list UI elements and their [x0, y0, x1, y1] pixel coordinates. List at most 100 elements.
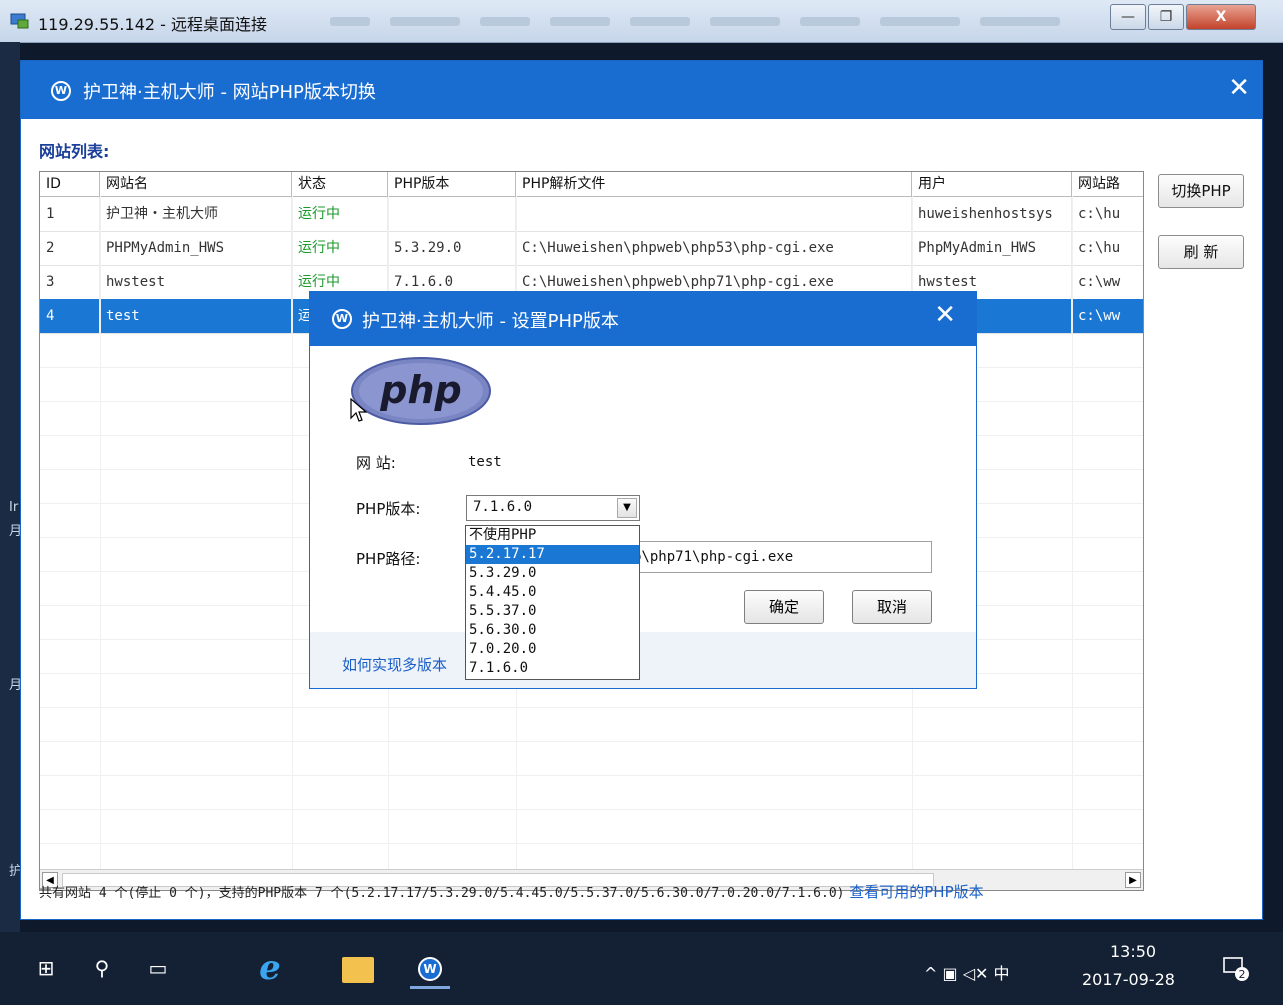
table-header: ID 网站名 状态 PHP版本 PHP解析文件 用户 网站路 — [40, 172, 1143, 197]
blurred-tab — [710, 17, 780, 26]
dropdown-option[interactable]: 不使用PHP — [466, 526, 639, 545]
restore-button[interactable]: ❐ — [1148, 4, 1184, 30]
dropdown-option[interactable]: 5.4.45.0 — [466, 583, 639, 602]
search-icon[interactable]: ⚲ — [82, 950, 122, 986]
cell-path: c:\hu — [1072, 231, 1143, 265]
cell-status: 运行中 — [292, 197, 388, 231]
internet-explorer-icon[interactable]: e — [250, 950, 290, 986]
hws-logo-icon: W — [418, 957, 442, 981]
taskbar: ⊞ ⚲ ▭ e W ^ ▣ ◁✕ 中 13:50 2017-09-28 2 — [0, 932, 1283, 1005]
empty-row — [40, 775, 1143, 810]
desktop-background: Ir 月 月 护 — [0, 42, 22, 932]
cell-name: test — [100, 299, 292, 333]
dropdown-option[interactable]: 7.0.20.0 — [466, 640, 639, 659]
set-php-version-dialog: W 护卫神·主机大师 - 设置PHP版本 ✕ php 网 站: test PHP… — [309, 291, 977, 689]
cell-id: 4 — [40, 299, 100, 333]
column-header-user[interactable]: 用户 — [912, 172, 1072, 196]
empty-row — [40, 707, 1143, 742]
blurred-tab — [550, 17, 610, 26]
php-logo-icon: php — [351, 357, 491, 425]
windows-start-icon[interactable]: ⊞ — [26, 950, 66, 986]
table-row[interactable]: 2 PHPMyAdmin_HWS 运行中 5.3.29.0 C:\Huweish… — [40, 231, 1143, 266]
column-header-name[interactable]: 网站名 — [100, 172, 292, 196]
dropdown-option[interactable]: 5.5.37.0 — [466, 602, 639, 621]
view-php-versions-link[interactable]: 查看可用的PHP版本 — [849, 883, 983, 901]
cell-id: 1 — [40, 197, 100, 231]
blurred-tab — [980, 17, 1060, 26]
empty-row — [40, 809, 1143, 844]
dialog-title: 护卫神·主机大师 - 设置PHP版本 — [362, 311, 619, 332]
blurred-tab — [480, 17, 530, 26]
cell-php-version — [388, 197, 516, 231]
task-view-icon[interactable]: ▭ — [138, 950, 178, 986]
version-label: PHP版本: — [356, 500, 421, 518]
hws-taskbar-icon[interactable]: W — [410, 950, 450, 989]
site-value: test — [468, 454, 502, 470]
hws-logo-icon: W — [51, 81, 71, 101]
column-divider — [292, 196, 293, 890]
cell-user: PhpMyAdmin_HWS — [912, 231, 1072, 265]
clock-date[interactable]: 2017-09-28 — [1082, 970, 1175, 989]
table-row[interactable]: 1 护卫神・主机大师 运行中 huweishenhostsys c:\hu — [40, 197, 1143, 232]
blurred-tab — [630, 17, 690, 26]
cell-id: 3 — [40, 265, 100, 299]
cell-php-file: C:\Huweishen\phpweb\php53\php-cgi.exe — [516, 231, 912, 265]
column-header-php-file[interactable]: PHP解析文件 — [516, 172, 912, 196]
dialog-close-button[interactable]: ✕ — [934, 300, 956, 330]
php-version-select[interactable]: 7.1.6.0 ▼ — [466, 495, 640, 521]
site-list-label: 网站列表: — [39, 142, 110, 161]
rdp-close-button[interactable]: X — [1186, 4, 1256, 30]
notification-badge: 2 — [1239, 968, 1246, 981]
cancel-button[interactable]: 取消 — [852, 590, 932, 624]
file-explorer-icon[interactable] — [342, 957, 374, 983]
column-header-status[interactable]: 状态 — [292, 172, 388, 196]
main-window-title: 护卫神·主机大师 - 网站PHP版本切换 — [83, 82, 376, 103]
blurred-tab — [800, 17, 860, 26]
ok-button[interactable]: 确定 — [744, 590, 824, 624]
hws-logo-icon: W — [332, 309, 352, 329]
rdp-title-bar: 119.29.55.142 - 远程桌面连接 — ❐ X — [0, 0, 1283, 43]
dropdown-option[interactable]: 7.1.6.0 — [466, 659, 639, 678]
main-title-bar: W 护卫神·主机大师 - 网站PHP版本切换 ✕ — [21, 61, 1262, 119]
switch-php-button[interactable]: 切换PHP — [1158, 174, 1244, 208]
cell-name: 护卫神・主机大师 — [100, 197, 292, 231]
status-bar: 共有网站 4 个(停止 0 个)，支持的PHP版本 7 个(5.2.17.17/… — [39, 881, 984, 902]
blurred-tab — [330, 17, 370, 26]
php-path-value: b\php71\php-cgi.exe — [633, 549, 794, 565]
cell-path: c:\ww — [1072, 299, 1143, 333]
status-summary: 共有网站 4 个(停止 0 个)，支持的PHP版本 7 个(5.2.17.17/… — [39, 886, 845, 901]
desktop-fragment: Ir — [9, 500, 19, 515]
cell-name: hwstest — [100, 265, 292, 299]
dropdown-option-highlighted[interactable]: 5.2.17.17 — [466, 545, 639, 564]
system-tray-icons[interactable]: ^ ▣ ◁✕ 中 — [924, 960, 1010, 984]
cell-user: huweishenhostsys — [912, 197, 1072, 231]
column-header-path[interactable]: 网站路 — [1072, 172, 1143, 196]
php-version-selected: 7.1.6.0 — [473, 499, 533, 515]
path-label: PHP路径: — [356, 550, 421, 568]
cell-path: c:\ww — [1072, 265, 1143, 299]
mouse-cursor-icon — [350, 398, 368, 422]
empty-row — [40, 741, 1143, 776]
column-header-id[interactable]: ID — [40, 172, 100, 196]
cell-id: 2 — [40, 231, 100, 265]
blurred-tab — [390, 17, 460, 26]
clock-time[interactable]: 13:50 — [1110, 942, 1156, 961]
dropdown-option[interactable]: 5.3.29.0 — [466, 564, 639, 583]
php-version-dropdown[interactable]: 不使用PHP 5.2.17.17 5.3.29.0 5.4.45.0 5.5.3… — [465, 525, 640, 680]
php-logo-text: php — [379, 368, 461, 412]
scroll-right-icon[interactable]: ▶ — [1125, 872, 1141, 888]
howto-multi-version-link[interactable]: 如何实现多版本 — [342, 654, 447, 675]
chat-bubble-icon: 2 — [1223, 957, 1249, 981]
cell-php-file — [516, 197, 912, 231]
remote-desktop-icon — [10, 13, 29, 29]
refresh-button[interactable]: 刷 新 — [1158, 235, 1244, 269]
main-close-button[interactable]: ✕ — [1228, 73, 1250, 103]
column-header-php-version[interactable]: PHP版本 — [388, 172, 516, 196]
notification-center-icon[interactable]: 2 — [1222, 954, 1250, 982]
minimize-button[interactable]: — — [1110, 4, 1146, 30]
cell-php-version: 5.3.29.0 — [388, 231, 516, 265]
dropdown-option[interactable]: 5.6.30.0 — [466, 621, 639, 640]
cell-status: 运行中 — [292, 231, 388, 265]
blurred-tab — [880, 17, 960, 26]
chevron-down-icon[interactable]: ▼ — [617, 498, 637, 518]
